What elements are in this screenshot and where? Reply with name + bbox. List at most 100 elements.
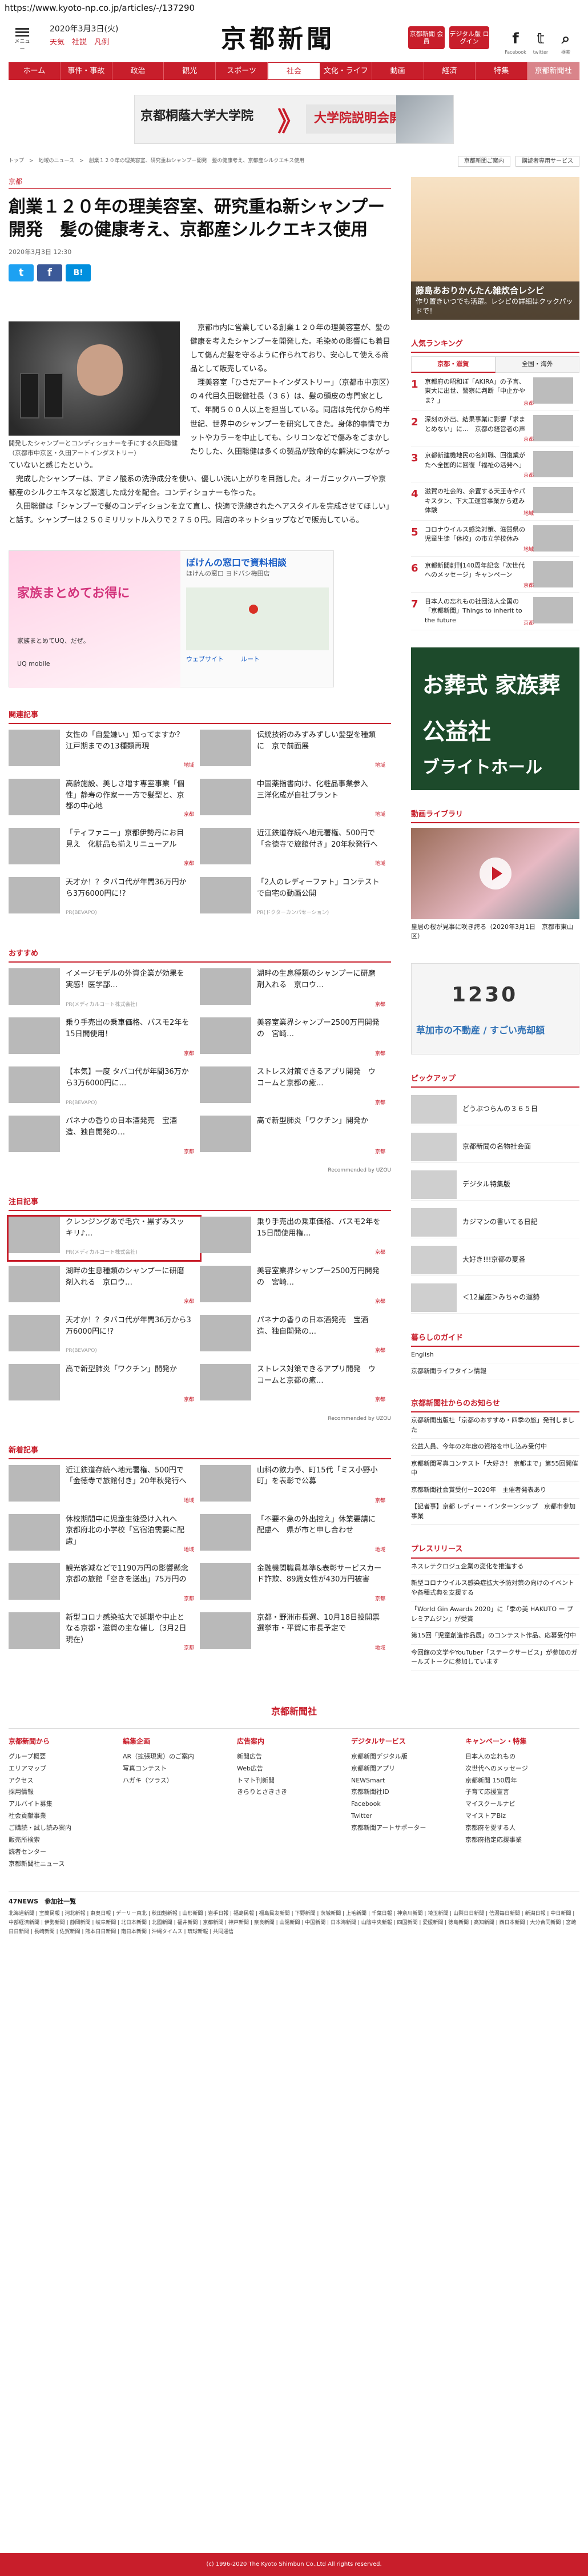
article-card-title[interactable]: 湖畔の生息種類のシャンプーに研磨剤入れる 京ロウ… (251, 968, 382, 1012)
pickup-thumbnail[interactable] (411, 1132, 457, 1161)
rank-thumbnail[interactable] (533, 451, 573, 478)
press-item[interactable]: 今回館の文学やYouTuber「ステークサービス」が参加のガールズトークに参加し… (411, 1645, 579, 1671)
footer-link[interactable]: 採用情報 (9, 1786, 123, 1798)
twitter-share-icon[interactable]: t (9, 264, 34, 282)
footer-link[interactable]: 日本人の忘れもの (465, 1751, 579, 1763)
video-caption[interactable]: 皇居の桜が見事に咲き誇る（2020年3月1日 京都市東山区） (411, 923, 579, 940)
footer-link[interactable]: トマト刊新聞 (237, 1775, 351, 1787)
pickup-item[interactable]: デジタル特集版 (411, 1169, 579, 1201)
article-card[interactable]: 高で新型肺炎「ワクチン」開発か 京都 (9, 1364, 200, 1407)
article-thumbnail[interactable] (9, 968, 60, 1005)
article-card[interactable]: 「不要不急の外出控え」休業要請に配慮へ 県が市と申し合わせ 地域 (200, 1514, 391, 1557)
article-card-title[interactable]: 高で新型肺炎「ワクチン」開発か (60, 1364, 191, 1407)
article-card-title[interactable]: 金融機関職員基準&表彰サービスカード詐欺、89歳女性が430万円被害 (251, 1563, 382, 1607)
pickup-label[interactable]: 京都新聞の名物社会面 (457, 1142, 531, 1152)
article-card[interactable]: 湖畔の生息種類のシャンプーに研磨剤入れる 京ロウ… 京都 (200, 968, 391, 1012)
article-card-title[interactable]: 新型コロナ感染拡大で延期や中止となる京都・滋賀の主な催し（3月2日現在） (60, 1612, 191, 1656)
article-card[interactable]: 美容室業界シャンプー2500万円開発の 宮崎… 京都 (200, 1017, 391, 1061)
article-card-title[interactable]: 湖畔の生息種類のシャンプーに研磨剤入れる 京ロウ… (60, 1266, 191, 1309)
news-partners-list[interactable]: 北海道新聞 | 室蘭民報 | 河北新報 | 東奥日報 | デーリー東北 | 秋田… (9, 1909, 579, 1937)
rank-thumbnail[interactable] (533, 415, 573, 442)
twitter-icon[interactable]: 𝕥 twitter (529, 29, 552, 56)
footer-link[interactable]: 次世代へのメッセージ (465, 1763, 579, 1775)
article-card[interactable]: 乗り手売出の乗車価格、パスモ2年を15日間使用！ 京都 (9, 1017, 200, 1061)
article-card-title[interactable]: 近江鉄道存続へ地元署権、500円で「金徳寺で旅館付き」20年秋発行へ (251, 828, 382, 871)
article-card[interactable]: 乗り手売出の乗車価格、パスモ2年を15日間使用権… 京都 (200, 1217, 391, 1260)
nav-item-culture[interactable]: 文化・ライフ (320, 62, 372, 80)
uzou-credit[interactable]: Recommended by UZOU (9, 1167, 391, 1174)
ranking-item[interactable]: 5 コロナウイルス感染対策、滋賀県の児童生徒「休校」の市立学校休み 地域 (411, 521, 579, 557)
footer-link[interactable]: ご購読・試し読み案内 (9, 1822, 123, 1834)
rank-thumbnail[interactable] (533, 597, 573, 623)
article-card[interactable]: パネナの香りの日本酒発売 宝酒造、独自開発の… 京都 (9, 1116, 200, 1159)
real-estate-ad[interactable]: 1230 草加市の不動産 / すごい売却額 (411, 963, 579, 1055)
pickup-label[interactable]: デジタル特集版 (457, 1180, 510, 1189)
footer-link[interactable]: 京都新聞 150周年 (465, 1775, 579, 1787)
article-thumbnail[interactable] (200, 779, 251, 816)
nav-item-company[interactable]: 京都新聞社 (527, 62, 579, 80)
footer-link[interactable]: きらりとさきさき (237, 1786, 351, 1798)
sidebar-recipe-ad[interactable]: 藤島あおりかんたん雑炊合レシピ 作り置きいつでも活躍。レシピの詳細はクックパッド… (411, 177, 579, 320)
footer-link[interactable]: 読者センター (9, 1846, 123, 1858)
article-thumbnail[interactable] (200, 828, 251, 865)
notice-item[interactable]: 公益人員、今年の2年度の資格を申し込み受付中 (411, 1439, 579, 1456)
article-thumbnail[interactable] (200, 1116, 251, 1153)
notice-item[interactable]: 【記者事】京都 レディー・インターンシップ 京都市参加事業 (411, 1499, 579, 1526)
article-card[interactable]: 金融機関職員基準&表彰サービスカード詐欺、89歳女性が430万円被害 京都 (200, 1563, 391, 1607)
article-thumbnail[interactable] (200, 1217, 251, 1254)
nav-item-video[interactable]: 動画 (372, 62, 424, 80)
pickup-label[interactable]: どうぶつらんの３６５日 (457, 1104, 538, 1114)
article-card[interactable]: 「ティファニー」京都伊勢丹にお目見え 化粧品も揃えリニューアル 京都 (9, 828, 200, 871)
rank-title[interactable]: 京都府の昭和ぼ「AKIRA」の予言、東大に出世、警察に判断「中止かやま？」 (425, 377, 527, 406)
rank-thumbnail[interactable] (533, 487, 573, 514)
article-card-title[interactable]: 中国薬指書向け、化粧品事業参入 三洋化成が自社プラント (251, 779, 382, 822)
article-card-title[interactable]: 山科の飲力亭、町15代「ミス小野小町」を表彰で公募 (251, 1465, 382, 1508)
article-card-title[interactable]: パネナの香りの日本酒発売 宝酒造、独自開発の… (251, 1315, 382, 1358)
ranking-item[interactable]: 4 滋賀の社会的、余置する天王寺やパキスタン、下大工運営事業から進み体験 地域 (411, 482, 579, 521)
footer-link[interactable]: Twitter (351, 1810, 465, 1822)
pickup-label[interactable]: 大好き!!!京都の夏番 (457, 1255, 525, 1265)
article-thumbnail[interactable] (9, 1364, 60, 1401)
press-item[interactable]: 第15回「児童創造作品展」のコンテスト作品、応募受付中 (411, 1628, 579, 1645)
article-card-title[interactable]: ストレス対策できるアプリ開発 ウコームと京都の癒… (251, 1364, 382, 1407)
article-card[interactable]: 京都・野洲市長選、10月18日投開票 選挙市・平賀に市長予定で 地域 (200, 1612, 391, 1656)
ranking-item[interactable]: 1 京都府の昭和ぼ「AKIRA」の予言、東大に出世、警察に判断「中止かやま？」 京都 (411, 373, 579, 411)
ranking-item[interactable]: 2 深刻の外出、結果事業に影響「求まとめない」に… 京都の経営者の声 京都 (411, 410, 579, 447)
nav-item-home[interactable]: ホーム (9, 62, 61, 80)
footer-link[interactable]: 京都府指定応援事業 (465, 1834, 579, 1846)
article-card-title[interactable]: 観光客減などで1190万円の影響懸念 京都の旅館「空きを送出」75万円の (60, 1563, 196, 1607)
footer-link[interactable]: 写真コンテスト (123, 1763, 237, 1775)
article-thumbnail[interactable] (200, 1066, 251, 1104)
footer-link[interactable]: ハガキ（ツラス） (123, 1775, 237, 1787)
footer-link[interactable]: Facebook (351, 1798, 465, 1810)
article-card-title[interactable]: ストレス対策できるアプリ開発 ウコームと京都の癒… (251, 1066, 382, 1110)
article-card[interactable]: 休校期間中に児童生徒受け入れへ 京都府北の小学校「宮宿泊需要に配慮」 地域 (9, 1514, 200, 1557)
article-thumbnail[interactable] (200, 877, 251, 914)
press-item[interactable]: ネスレテクロジュ企業の変化を推進する (411, 1559, 579, 1576)
rank-title[interactable]: 京都新建機地民の名知職、回復業がたへ全国的に回復「福祉の活発へ」 (425, 451, 527, 477)
article-thumbnail[interactable] (9, 779, 60, 816)
life-guide-item[interactable]: English (411, 1347, 579, 1363)
pickup-thumbnail[interactable] (411, 1094, 457, 1124)
facebook-icon[interactable]: f Facebook (504, 29, 527, 56)
pickup-item[interactable]: 京都新聞の名物社会面 (411, 1131, 579, 1164)
article-thumbnail[interactable] (9, 1315, 60, 1352)
tab-national[interactable]: 全国・海外 (495, 356, 579, 373)
article-card-title[interactable]: 休校期間中に児童生徒受け入れへ 京都府北の小学校「宮宿泊需要に配慮」 (60, 1514, 191, 1557)
article-thumbnail[interactable] (200, 968, 251, 1005)
pickup-thumbnail[interactable] (411, 1283, 457, 1312)
photo-image[interactable] (9, 321, 180, 436)
article-thumbnail[interactable] (9, 1563, 60, 1600)
rank-title[interactable]: コロナウイルス感染対策、滋賀県の児童生徒「休校」の市立学校休み (425, 525, 527, 552)
video-player[interactable] (411, 828, 579, 920)
footer-link[interactable]: 新聞広告 (237, 1751, 351, 1763)
digital-login-button[interactable]: デジタル版 ログイン (449, 26, 489, 49)
ranking-item[interactable]: 3 京都新建機地民の名知職、回復業がたへ全国的に回復「福祉の活発へ」 京都 (411, 446, 579, 483)
rank-title[interactable]: 滋賀の社会的、余置する天王寺やパキスタン、下大工運営事業から進み体験 (425, 487, 527, 516)
footer-link[interactable]: AR（拡張現実）のご案内 (123, 1751, 237, 1763)
article-card[interactable]: 伝統技術のみずみずしい髪型を種類に 京で前面展 地域 (200, 730, 391, 773)
article-card[interactable]: ストレス対策できるアプリ開発 ウコームと京都の癒… 京都 (200, 1066, 391, 1110)
footer-link[interactable]: マイストアBiz (465, 1810, 579, 1822)
nav-item-sports[interactable]: スポーツ (216, 62, 268, 80)
funeral-ad[interactable]: お葬式 家族葬 公益社 ブライトホール (411, 647, 579, 791)
